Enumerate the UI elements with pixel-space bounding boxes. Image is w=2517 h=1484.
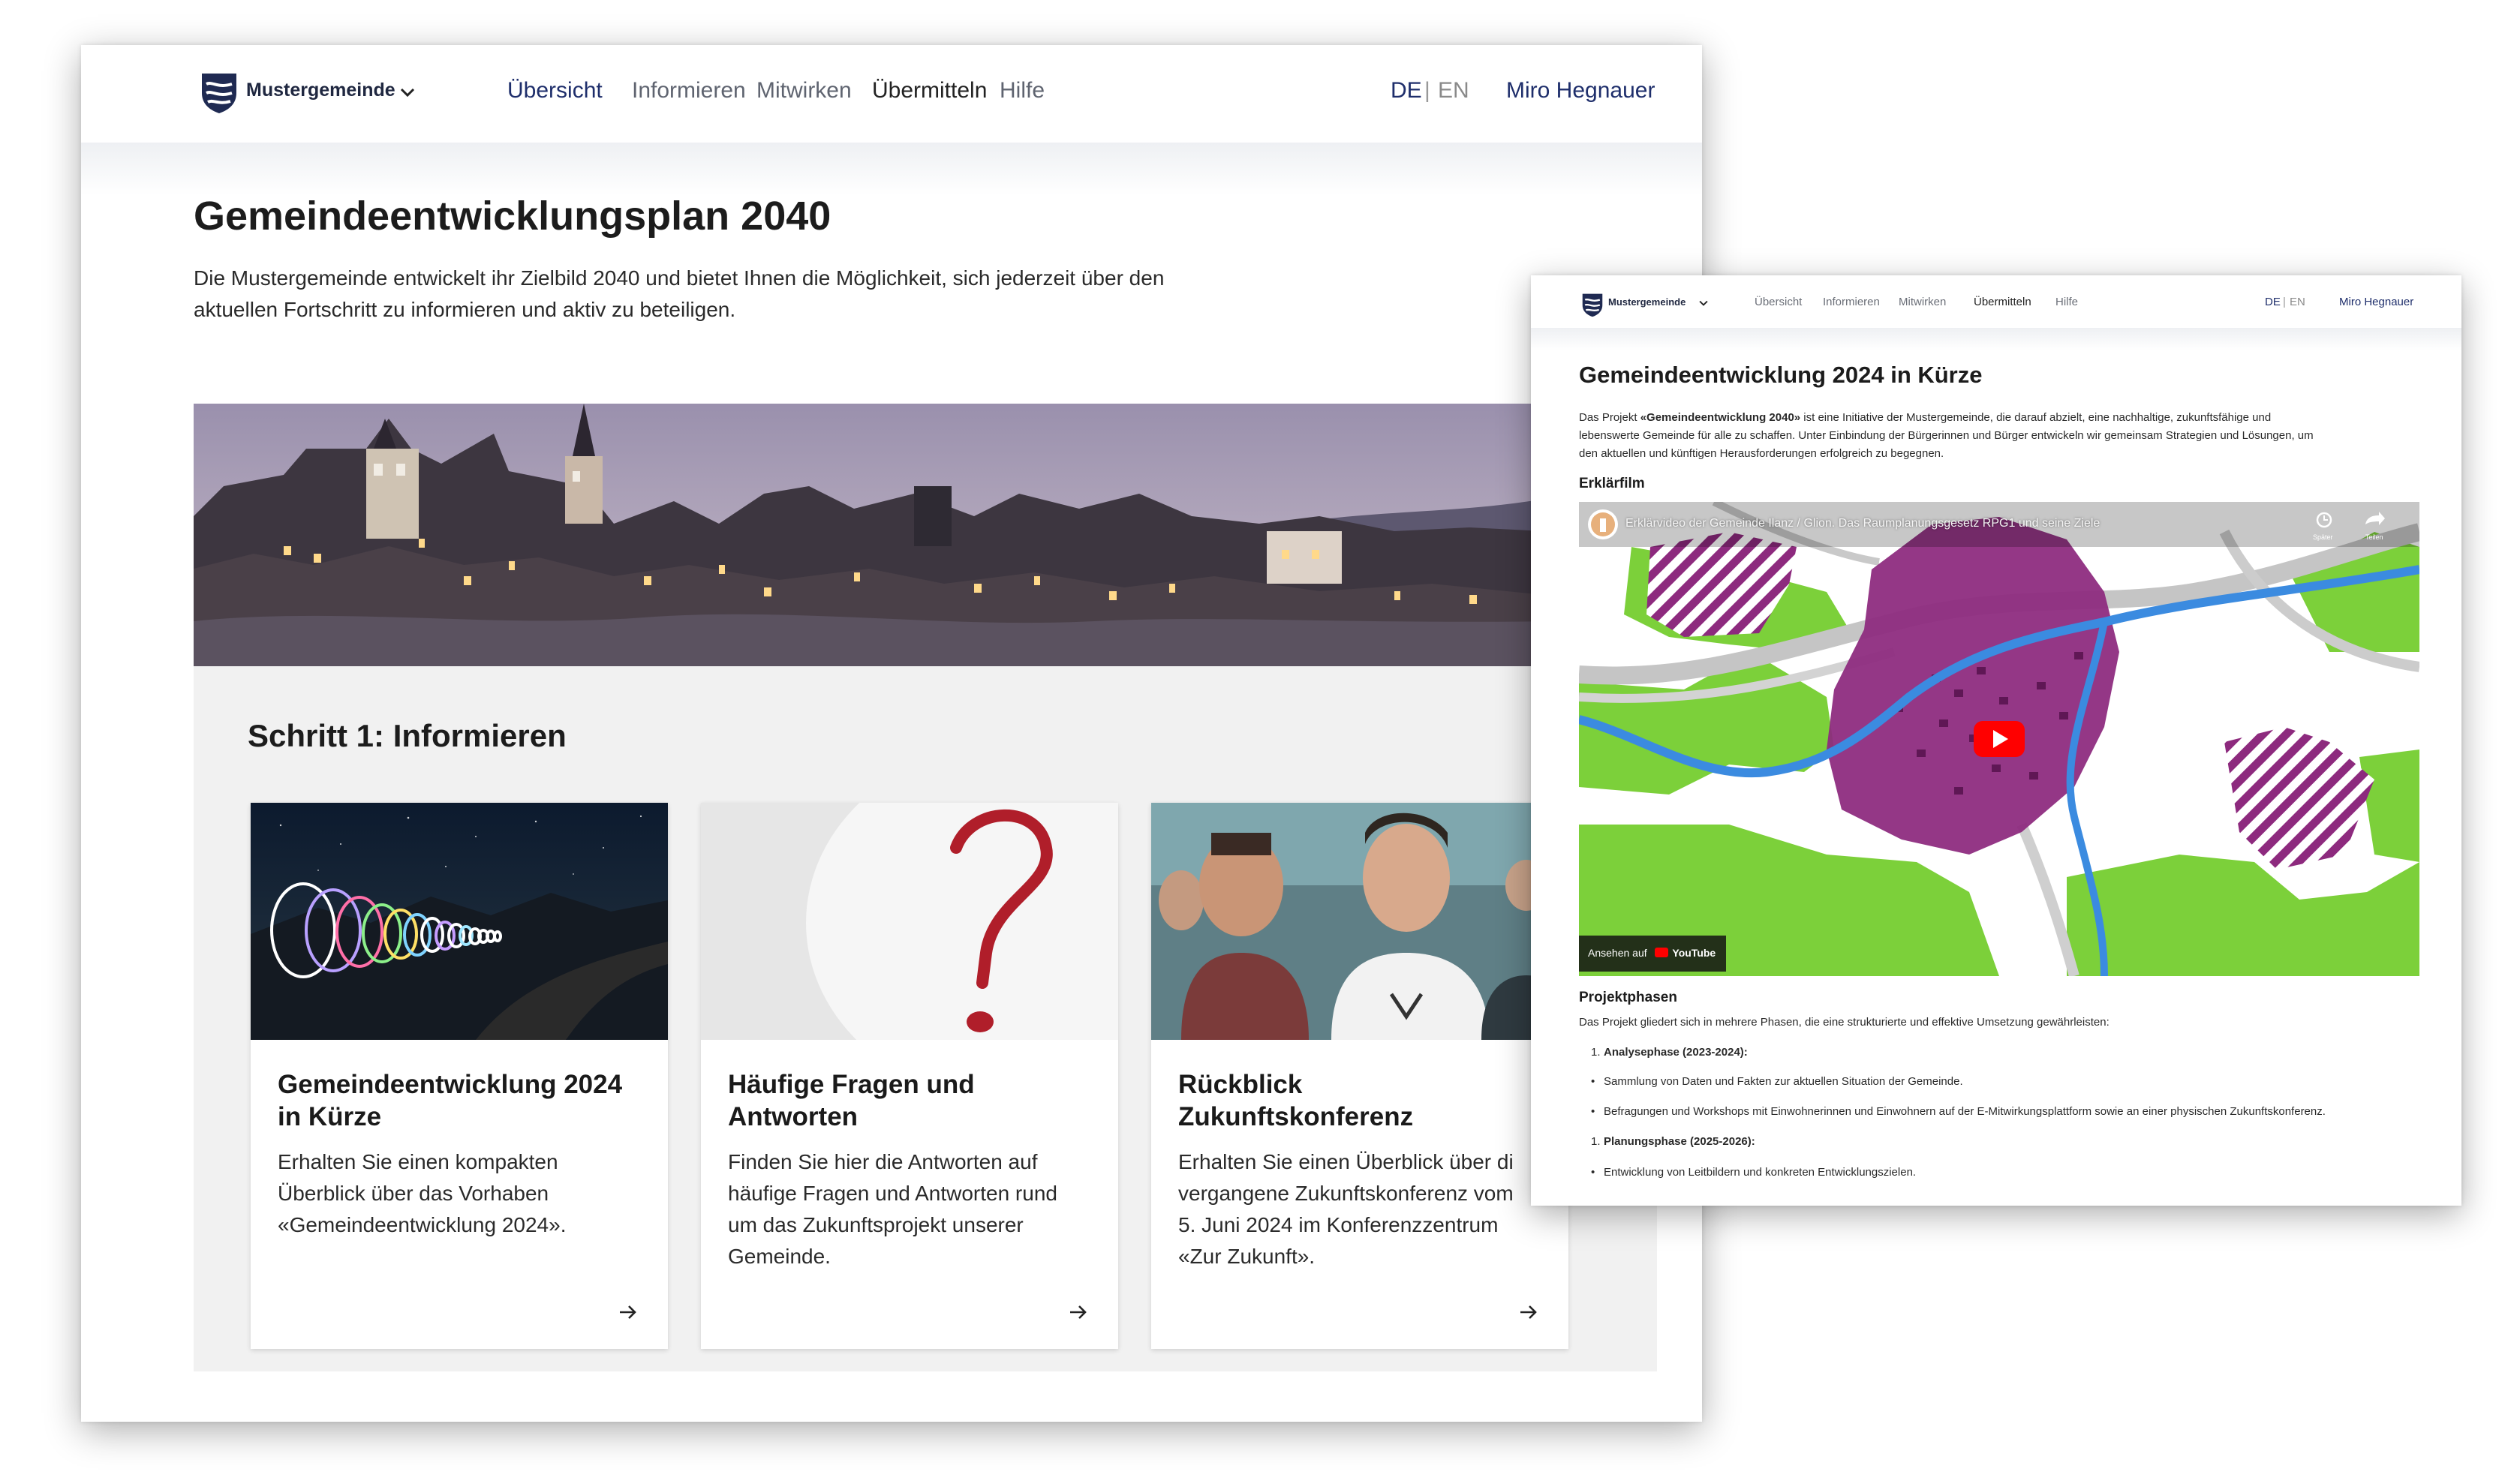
nav-informieren[interactable]: Informieren	[632, 78, 746, 104]
card-image-light-trail	[251, 803, 668, 1040]
user-name[interactable]: Miro Hegnauer	[2339, 296, 2413, 308]
arrow-right-icon[interactable]	[1517, 1301, 1540, 1323]
chevron-down-icon[interactable]	[1698, 297, 1710, 309]
nav-informieren[interactable]: Informieren	[1823, 296, 1880, 308]
card-title-line: Rückblick	[1178, 1070, 1303, 1099]
language-de[interactable]: DE	[1391, 78, 1422, 104]
phases-heading: Projektphasen	[1579, 990, 1677, 1005]
card-title[interactable]: Rückblick Zukunftskonferenz	[1178, 1068, 1553, 1133]
desc-line: Finden Sie hier die Antworten auf	[728, 1150, 1038, 1173]
desc-line: Erhalten Sie einen Überblick über di	[1178, 1150, 1514, 1173]
card-title-line: Gemeindeentwicklung 2024	[278, 1070, 623, 1099]
step-heading: Schritt 1: Informieren	[248, 718, 567, 753]
hero-townscape-image	[194, 404, 1702, 666]
nav-uebermitteln[interactable]: Übermitteln	[872, 78, 987, 104]
card-faq[interactable]: Häufige Fragen und Antworten Finden Sie …	[701, 803, 1118, 1349]
list-bullet: •	[1591, 1075, 1595, 1088]
desc-line: 5. Juni 2024 im Konferenzzentrum	[1178, 1213, 1499, 1236]
arrow-right-icon[interactable]	[617, 1301, 639, 1323]
card-title-line: Zukunftskonferenz	[1178, 1102, 1414, 1131]
desc-line: Überblick über das Vorhaben	[278, 1182, 549, 1205]
video-thumbnail-map	[1579, 502, 2419, 976]
share-label[interactable]: Teilen	[2365, 533, 2383, 541]
card-title-line: Häufige Fragen und	[728, 1070, 975, 1099]
brand-name[interactable]: Mustergemeinde	[1608, 296, 1686, 308]
card-image-conference-audience	[1151, 803, 1568, 1040]
intro-line: Das Projekt «Gemeindeentwicklung 2040» i…	[1579, 409, 2423, 427]
intro-line: Die Mustergemeinde entwickelt ihr Zielbi…	[194, 266, 1165, 290]
card-title-line: in Kürze	[278, 1102, 382, 1131]
phase-number: 1.	[1591, 1135, 1601, 1148]
nav-shadow	[81, 143, 1702, 195]
list-bullet: •	[1591, 1166, 1595, 1179]
nav-uebersicht[interactable]: Übersicht	[507, 78, 603, 104]
intro-line: den aktuellen und künftigen Herausforder…	[1579, 447, 1944, 460]
intro-text: Die Mustergemeinde entwickelt ihr Zielbi…	[194, 263, 1259, 326]
phases-intro: Das Projekt gliedert sich in mehrere Pha…	[1579, 1016, 2110, 1029]
desc-line: «Zur Zukunft».	[1178, 1245, 1316, 1268]
desc-line: «Gemeindeentwicklung 2024».	[278, 1213, 567, 1236]
card-title[interactable]: Gemeindeentwicklung 2024 in Kürze	[278, 1068, 653, 1133]
card-description: Erhalten Sie einen Überblick über di ver…	[1178, 1146, 1553, 1272]
arrow-right-icon[interactable]	[1067, 1301, 1090, 1323]
language-separator: |	[2283, 296, 2286, 308]
watch-on-label: Ansehen auf	[1588, 947, 1647, 959]
video-player[interactable]: Erklärvideo der Gemeinde Ilanz / Glion. …	[1579, 502, 2419, 976]
card-description: Finden Sie hier die Antworten auf häufig…	[728, 1146, 1103, 1272]
card-title-line: Antworten	[728, 1102, 859, 1131]
video-title[interactable]: Erklärvideo der Gemeinde Ilanz / Glion. …	[1625, 517, 2100, 530]
intro-text-c: ist eine Initiative der Mustergemeinde, …	[1800, 411, 2272, 424]
desc-line: Gemeinde.	[728, 1245, 831, 1268]
detail-window: Mustergemeinde Übersicht Informieren Mit…	[1531, 275, 2461, 1206]
chevron-down-icon[interactable]	[398, 83, 417, 102]
nav-hilfe[interactable]: Hilfe	[2055, 296, 2078, 308]
intro-line: aktuellen Fortschritt zu informieren und…	[194, 298, 736, 321]
nav-uebersicht[interactable]: Übersicht	[1755, 296, 1802, 308]
phase-number: 1.	[1591, 1046, 1601, 1059]
intro-text-a: Das Projekt	[1579, 411, 1640, 424]
youtube-label: YouTube	[1672, 947, 1716, 959]
phase-item: Sammlung von Daten und Fakten zur aktuel…	[1604, 1075, 1963, 1088]
watch-later-label[interactable]: Später	[2313, 533, 2333, 541]
nav-mitwirken[interactable]: Mitwirken	[756, 78, 852, 104]
desc-line: häufige Fragen und Antworten rund	[728, 1182, 1057, 1205]
nav-hilfe[interactable]: Hilfe	[1000, 78, 1045, 104]
card-title[interactable]: Häufige Fragen und Antworten	[728, 1068, 1103, 1133]
phase-item: Befragungen und Workshops mit Einwohneri…	[1604, 1105, 2326, 1118]
main-window: Mustergemeinde Übersicht Informieren Mit…	[81, 45, 1702, 1422]
intro-text: Das Projekt «Gemeindeentwicklung 2040» i…	[1579, 409, 2423, 463]
page-title: Gemeindeentwicklung 2024 in Kürze	[1579, 362, 1983, 388]
desc-line: Erhalten Sie einen kompakten	[278, 1150, 558, 1173]
phase-title: Planungsphase (2025-2026):	[1604, 1135, 1755, 1148]
language-en[interactable]: EN	[2290, 296, 2305, 308]
card-description: Erhalten Sie einen kompakten Überblick ü…	[278, 1146, 653, 1241]
phase-item: Entwicklung von Leitbildern und konkrete…	[1604, 1166, 1917, 1179]
list-bullet: •	[1591, 1105, 1595, 1118]
language-de[interactable]: DE	[2265, 296, 2281, 308]
film-heading: Erklärfilm	[1579, 476, 1645, 491]
desc-line: um das Zukunftsprojekt unserer	[728, 1213, 1024, 1236]
phase-title: Analysephase (2023-2024):	[1604, 1046, 1748, 1059]
brand-name[interactable]: Mustergemeinde	[246, 80, 395, 101]
user-name[interactable]: Miro Hegnauer	[1506, 78, 1655, 104]
page-title: Gemeindeentwicklungsplan 2040	[194, 194, 831, 239]
coat-of-arms-logo-icon[interactable]	[1581, 292, 1604, 317]
nav-uebermitteln[interactable]: Übermitteln	[1974, 296, 2031, 308]
intro-line: lebenswerte Gemeinde für alle zu schaffe…	[1579, 429, 2314, 442]
coat-of-arms-logo-icon[interactable]	[200, 71, 239, 114]
project-name: «Gemeindeentwicklung 2040»	[1640, 411, 1801, 424]
nav-mitwirken[interactable]: Mitwirken	[1899, 296, 1946, 308]
nav-shadow	[1531, 328, 2461, 350]
youtube-logo-icon	[1654, 948, 1668, 957]
card-zukunftskonferenz[interactable]: Rückblick Zukunftskonferenz Erhalten Sie…	[1151, 803, 1568, 1349]
watch-on-youtube-button[interactable]: Ansehen auf YouTube	[1579, 936, 1726, 972]
language-separator: |	[1424, 78, 1430, 103]
card-gemeindeentwicklung[interactable]: Gemeindeentwicklung 2024 in Kürze Erhalt…	[251, 803, 668, 1349]
language-en[interactable]: EN	[1438, 78, 1469, 104]
card-image-question-mark	[701, 803, 1118, 1040]
desc-line: vergangene Zukunftskonferenz vom	[1178, 1182, 1514, 1205]
